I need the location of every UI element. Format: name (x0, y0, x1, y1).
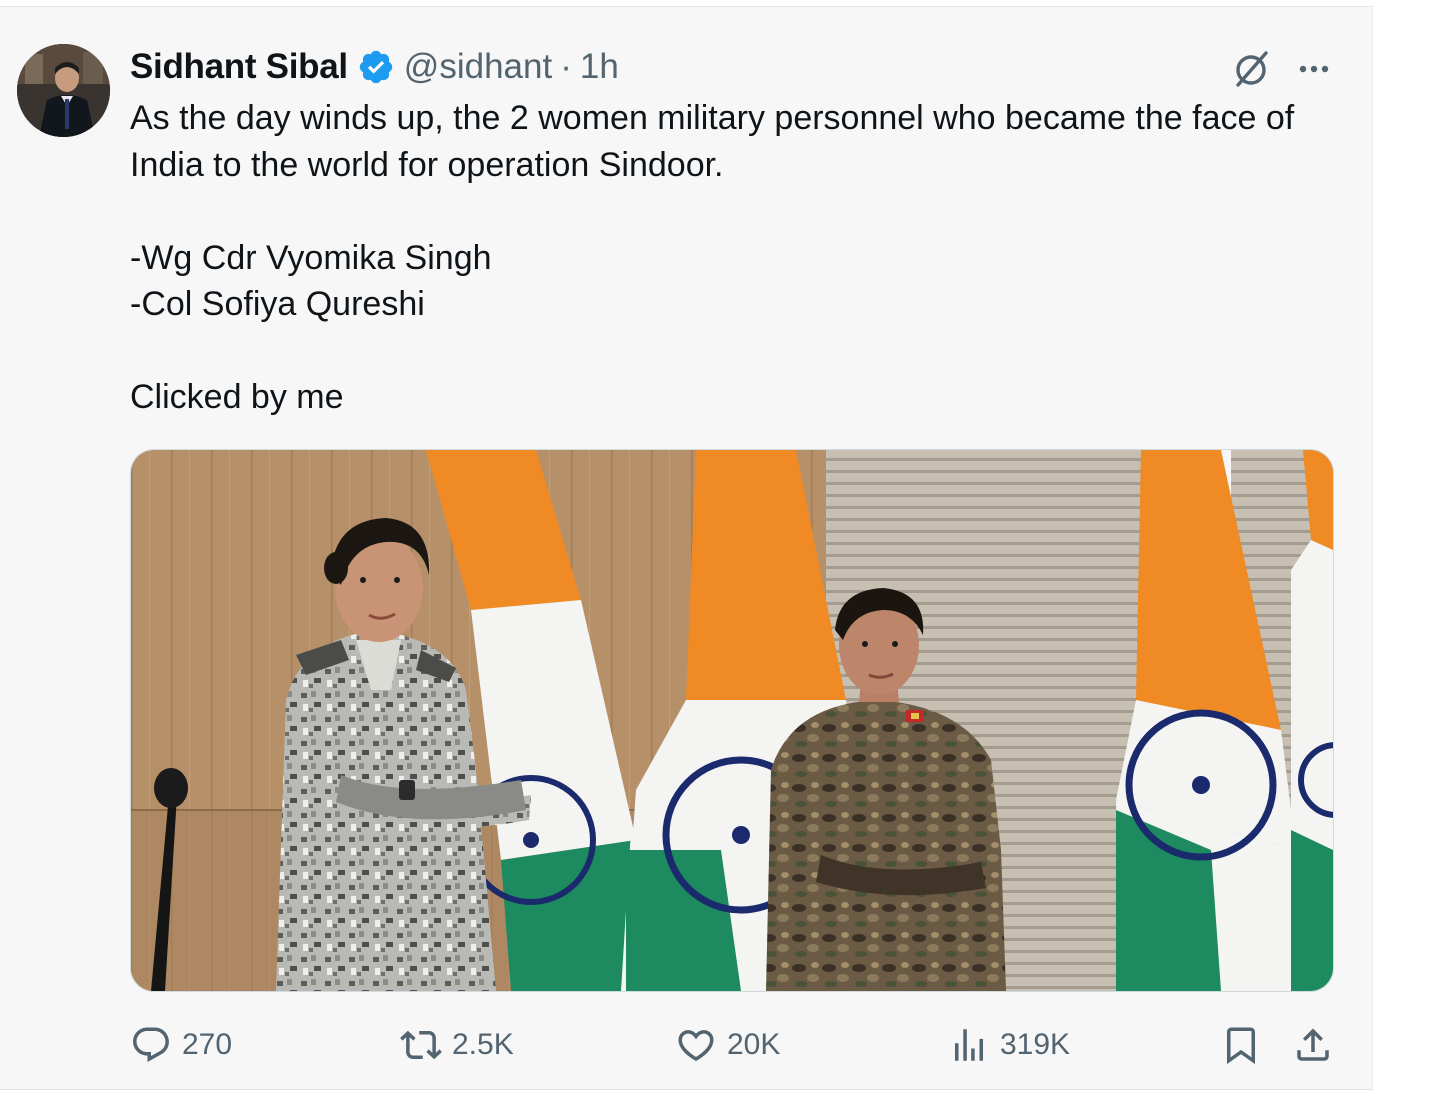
heart-icon (678, 1030, 714, 1062)
action-bar: 270 2.5K 20K 319K (130, 1017, 1340, 1077)
share-icon (1297, 1028, 1329, 1061)
tweet-card[interactable]: Sidhant Sibal @sidhant · 1h As the day w… (0, 6, 1373, 1090)
bookmark-icon (1227, 1027, 1255, 1065)
reply-button[interactable]: 270 (130, 1017, 232, 1073)
like-button[interactable]: 20K (675, 1017, 780, 1073)
tweet-text-line: As the day winds up, the 2 women militar… (130, 99, 1295, 184)
author-avatar[interactable] (17, 44, 110, 137)
views-icon (955, 1029, 983, 1061)
tweet-photo[interactable] (130, 449, 1334, 992)
reply-icon (133, 1027, 169, 1062)
tweet-text-line: Clicked by me (130, 378, 344, 416)
tweet-timestamp[interactable]: 1h (580, 47, 619, 87)
views-count: 319K (1000, 1028, 1071, 1061)
share-button[interactable] (1292, 1017, 1334, 1073)
repost-icon (400, 1030, 442, 1060)
verified-badge-icon (359, 50, 393, 84)
reply-count: 270 (182, 1028, 233, 1061)
tweet-header: Sidhant Sibal @sidhant · 1h (130, 45, 619, 89)
author-handle[interactable]: @sidhant (404, 47, 552, 87)
tweet-text: As the day winds up, the 2 women militar… (130, 95, 1345, 421)
more-icon[interactable] (1294, 49, 1334, 89)
tweet-text-line: -Col Sofiya Qureshi (130, 285, 425, 323)
views-button[interactable]: 319K (948, 1017, 1070, 1073)
bookmark-button[interactable] (1220, 1017, 1262, 1073)
tweet-text-line: -Wg Cdr Vyomika Singh (130, 238, 492, 277)
repost-count: 2.5K (452, 1028, 514, 1061)
repost-button[interactable]: 2.5K (400, 1017, 514, 1073)
author-name[interactable]: Sidhant Sibal (130, 47, 348, 87)
like-count: 20K (727, 1028, 781, 1061)
grok-icon[interactable] (1229, 47, 1273, 91)
header-separator: · (560, 47, 572, 86)
